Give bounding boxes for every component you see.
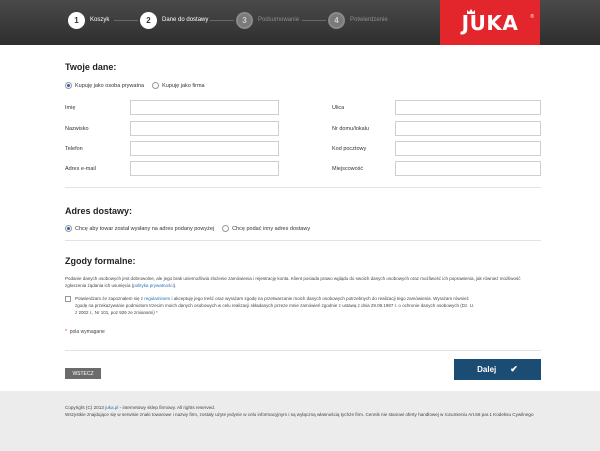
- radio-private-person[interactable]: [65, 82, 72, 89]
- step-number: 2: [140, 11, 157, 29]
- house-number-field[interactable]: [395, 121, 541, 136]
- step-confirmation: 4 Potwierdzenie: [328, 10, 388, 30]
- required-fields-note: * pola wymagane: [65, 329, 105, 335]
- step-cart[interactable]: 1 Koszyk: [68, 10, 109, 30]
- radio-same-address-label: Chcę aby towar został wysłany na adres p…: [75, 225, 215, 232]
- last-name-field[interactable]: [130, 121, 279, 136]
- privacy-notice-end: ).: [173, 283, 177, 288]
- street-label: Ulica: [332, 105, 345, 111]
- street-field[interactable]: [395, 100, 541, 115]
- terms-text-start: Potwierdzam że zapoznałem się z: [75, 296, 145, 301]
- buyer-type-group: Kupuję jako osoba prywatna Kupuję jako f…: [65, 82, 205, 89]
- postal-code-label: Kod pocztowy: [332, 146, 367, 152]
- house-number-label: Nr domu/lokalu: [332, 126, 369, 132]
- footer-home-link[interactable]: juka.pl: [105, 405, 118, 410]
- delivery-address-title: Adres dostawy:: [65, 206, 133, 216]
- step-connector: [210, 20, 234, 21]
- terms-link[interactable]: regulaminem: [144, 296, 170, 301]
- footer-copyright: Copyright (C) 2013 juka.pl - internetowy…: [65, 404, 545, 411]
- step-label: Dane do dostawy: [162, 17, 209, 23]
- radio-company-label: Kupuję jako firma: [162, 82, 205, 89]
- delivery-address-group: Chcę aby towar został wysłany na adres p…: [65, 225, 310, 232]
- step-connector: [302, 20, 326, 21]
- privacy-policy-link[interactable]: polityka prywatności: [133, 283, 173, 288]
- city-field[interactable]: [395, 161, 541, 176]
- step-label: Podsumowanie: [258, 17, 300, 23]
- last-name-label: Nazwisko: [65, 126, 89, 132]
- step-label: Koszyk: [90, 17, 110, 23]
- step-summary: 3 Podsumowanie: [236, 10, 299, 30]
- footer: Copyright (C) 2013 juka.pl - internetowy…: [0, 391, 600, 451]
- postal-code-field[interactable]: [395, 141, 541, 156]
- next-button[interactable]: Dalej ✔: [454, 359, 541, 380]
- privacy-notice: Podanie danych osobowych jest dobrowolne…: [65, 275, 541, 289]
- copyright-suffix: - internetowy sklep firmowy. All rights …: [118, 405, 216, 410]
- next-button-label: Dalej: [477, 365, 497, 374]
- step-label: Potwierdzenie: [350, 17, 388, 23]
- phone-label: Telefon: [65, 146, 83, 152]
- back-button[interactable]: WSTECZ: [65, 368, 101, 379]
- terms-consent-text: Potwierdzam że zapoznałem się z regulami…: [75, 295, 475, 316]
- consents-title: Zgody formalne:: [65, 256, 136, 266]
- radio-same-address[interactable]: [65, 225, 72, 232]
- checkout-header: 1 Koszyk 2 Dane do dostawy 3 Podsumowani…: [0, 0, 600, 45]
- required-asterisk: *: [65, 329, 67, 335]
- first-name-label: Imię: [65, 105, 76, 111]
- step-number: 4: [328, 11, 345, 29]
- copyright-prefix: Copyright (C) 2013: [65, 405, 106, 410]
- radio-company[interactable]: [152, 82, 160, 89]
- required-note-text: pola wymagane: [69, 329, 105, 335]
- juka-logo[interactable]: JUKA ®: [440, 0, 540, 45]
- footer-disclaimer: Wszystkie znajdujące się w serwisie znak…: [65, 412, 534, 417]
- required-asterisk: *: [156, 310, 158, 315]
- email-field[interactable]: [130, 161, 279, 176]
- crown-icon: [467, 9, 475, 14]
- step-number: 3: [236, 11, 253, 29]
- radio-other-address[interactable]: [222, 225, 230, 232]
- step-delivery-data[interactable]: 2 Dane do dostawy: [140, 10, 208, 30]
- radio-other-address-label: Chcę podać inny adres dostawy: [232, 225, 311, 232]
- step-number: 1: [68, 11, 85, 29]
- terms-checkbox[interactable]: [65, 296, 71, 302]
- phone-field[interactable]: [130, 141, 279, 156]
- step-connector: [114, 20, 138, 21]
- first-name-field[interactable]: [130, 100, 279, 115]
- divider: [65, 350, 541, 351]
- personal-data-title: Twoje dane:: [65, 62, 117, 72]
- divider: [65, 187, 541, 188]
- email-label: Adres e-mail: [65, 166, 96, 172]
- city-label: Miejscowość: [332, 166, 364, 172]
- radio-private-label: Kupuję jako osoba prywatna: [75, 82, 145, 89]
- checkmark-icon: ✔: [510, 364, 518, 374]
- divider: [65, 240, 541, 241]
- logo-registered-mark: ®: [530, 14, 534, 20]
